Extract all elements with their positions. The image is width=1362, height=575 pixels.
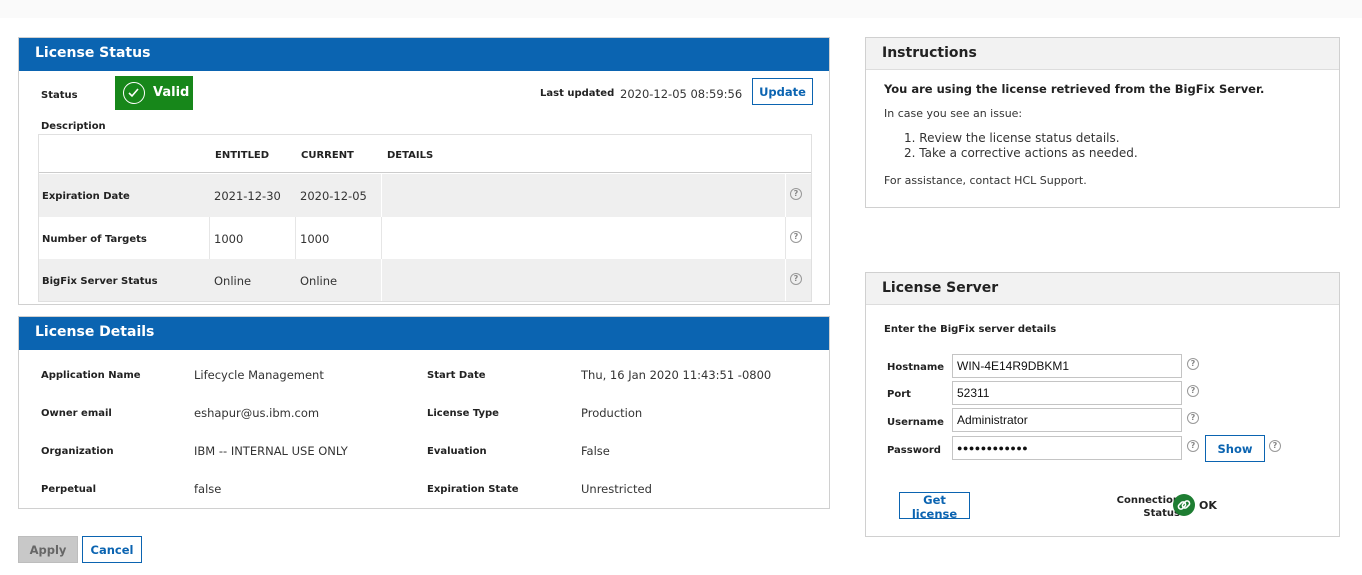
instructions-title: Instructions: [866, 38, 1339, 70]
expiration-state-value: Unrestricted: [581, 482, 652, 496]
instructions-step: 1. Review the license status details.: [904, 131, 1120, 145]
username-field[interactable]: Administrator: [952, 408, 1182, 432]
row-current: Online: [300, 274, 338, 288]
perpetual-label: Perpetual: [41, 484, 97, 495]
status-label: Status: [41, 90, 78, 101]
table-row: Number of Targets 1000 1000 ?: [39, 217, 811, 259]
question-circle-icon[interactable]: ?: [1187, 440, 1199, 452]
license-type-label: License Type: [427, 408, 499, 419]
row-divider: [381, 259, 382, 301]
connection-status-value: OK: [1199, 499, 1217, 512]
show-password-button[interactable]: Show: [1205, 435, 1265, 462]
question-circle-icon[interactable]: ?: [1187, 412, 1199, 424]
license-status-panel: License Status Status Valid Last updated…: [18, 37, 830, 305]
username-label: Username: [887, 417, 944, 428]
table-header-row: ENTITLED CURRENT DETAILS: [39, 135, 811, 173]
instructions-footer: For assistance, contact HCL Support.: [884, 174, 1087, 187]
expiration-state-label: Expiration State: [427, 484, 519, 495]
instructions-intro: In case you see an issue:: [884, 107, 1023, 120]
start-date-value: Thu, 16 Jan 2020 11:43:51 -0800: [581, 368, 772, 382]
link-icon: [1173, 494, 1195, 516]
table-row: BigFix Server Status Online Online ?: [39, 259, 811, 301]
row-divider: [785, 217, 786, 259]
license-type-value: Production: [581, 406, 643, 420]
application-name-label: Application Name: [41, 370, 141, 381]
header-details: DETAILS: [387, 150, 434, 161]
organization-value: IBM -- INTERNAL USE ONLY: [194, 444, 348, 458]
header-entitled: ENTITLED: [215, 150, 270, 161]
table-row: Expiration Date 2021-12-30 2020-12-05 ?: [39, 174, 811, 217]
top-bar: [0, 0, 1362, 18]
row-entitled: Online: [214, 274, 252, 288]
license-server-title: License Server: [866, 273, 1339, 305]
question-circle-icon[interactable]: ?: [790, 188, 802, 200]
question-circle-icon[interactable]: ?: [1187, 358, 1199, 370]
row-divider: [209, 217, 210, 259]
check-circle-icon: [123, 82, 145, 104]
row-label: Number of Targets: [42, 234, 147, 245]
owner-email-value: eshapur@us.ibm.com: [194, 406, 320, 420]
connection-status-label-line1: Connection: [1116, 495, 1180, 506]
row-divider: [381, 174, 382, 217]
header-current: CURRENT: [301, 150, 354, 161]
evaluation-value: False: [581, 444, 610, 458]
row-label: BigFix Server Status: [42, 276, 158, 287]
update-button[interactable]: Update: [752, 78, 813, 105]
start-date-label: Start Date: [427, 370, 486, 381]
port-field[interactable]: 52311: [952, 381, 1182, 405]
status-table: ENTITLED CURRENT DETAILS Expiration Date…: [38, 134, 812, 302]
application-name-value: Lifecycle Management: [194, 368, 324, 382]
connection-status-label: Connection Status: [1096, 494, 1180, 520]
organization-label: Organization: [41, 446, 114, 457]
description-label: Description: [41, 121, 106, 132]
instructions-panel: Instructions You are using the license r…: [865, 37, 1340, 208]
perpetual-value: false: [194, 482, 222, 496]
last-updated-value: 2020-12-05 08:59:56: [620, 87, 743, 101]
cancel-button[interactable]: Cancel: [82, 536, 142, 563]
license-server-subtitle: Enter the BigFix server details: [884, 324, 1057, 335]
password-field[interactable]: ●●●●●●●●●●●●: [952, 436, 1182, 460]
status-badge: Valid: [115, 76, 193, 110]
license-status-title: License Status: [19, 38, 829, 71]
row-entitled: 2021-12-30: [214, 189, 281, 203]
last-updated-label: Last updated: [540, 88, 615, 99]
row-current: 1000: [300, 232, 330, 246]
row-divider: [785, 259, 786, 301]
question-circle-icon[interactable]: ?: [790, 231, 802, 243]
row-divider: [295, 217, 296, 259]
hostname-field[interactable]: WIN-4E14R9DBKM1: [952, 354, 1182, 378]
password-label: Password: [887, 445, 941, 456]
row-divider: [785, 174, 786, 217]
row-current: 2020-12-05: [300, 189, 367, 203]
hostname-label: Hostname: [887, 362, 945, 373]
question-circle-icon[interactable]: ?: [790, 273, 802, 285]
row-entitled: 1000: [214, 232, 244, 246]
status-value: Valid: [153, 85, 190, 100]
get-license-button[interactable]: Get license: [899, 492, 970, 521]
instructions-step: 2. Take a corrective actions as needed.: [904, 146, 1138, 160]
apply-button[interactable]: Apply: [18, 536, 78, 563]
license-details-panel: License Details Application Name Lifecyc…: [18, 316, 830, 509]
license-details-title: License Details: [19, 317, 829, 350]
instructions-headline: You are using the license retrieved from…: [884, 82, 1265, 96]
evaluation-label: Evaluation: [427, 446, 487, 457]
connection-status-label-line2: Status: [1143, 508, 1180, 519]
question-circle-icon[interactable]: ?: [1187, 385, 1199, 397]
port-label: Port: [887, 389, 911, 400]
row-label: Expiration Date: [42, 191, 130, 202]
owner-email-label: Owner email: [41, 408, 112, 419]
question-circle-icon[interactable]: ?: [1269, 440, 1281, 452]
license-server-panel: License Server Enter the BigFix server d…: [865, 272, 1340, 537]
row-divider: [381, 217, 382, 259]
